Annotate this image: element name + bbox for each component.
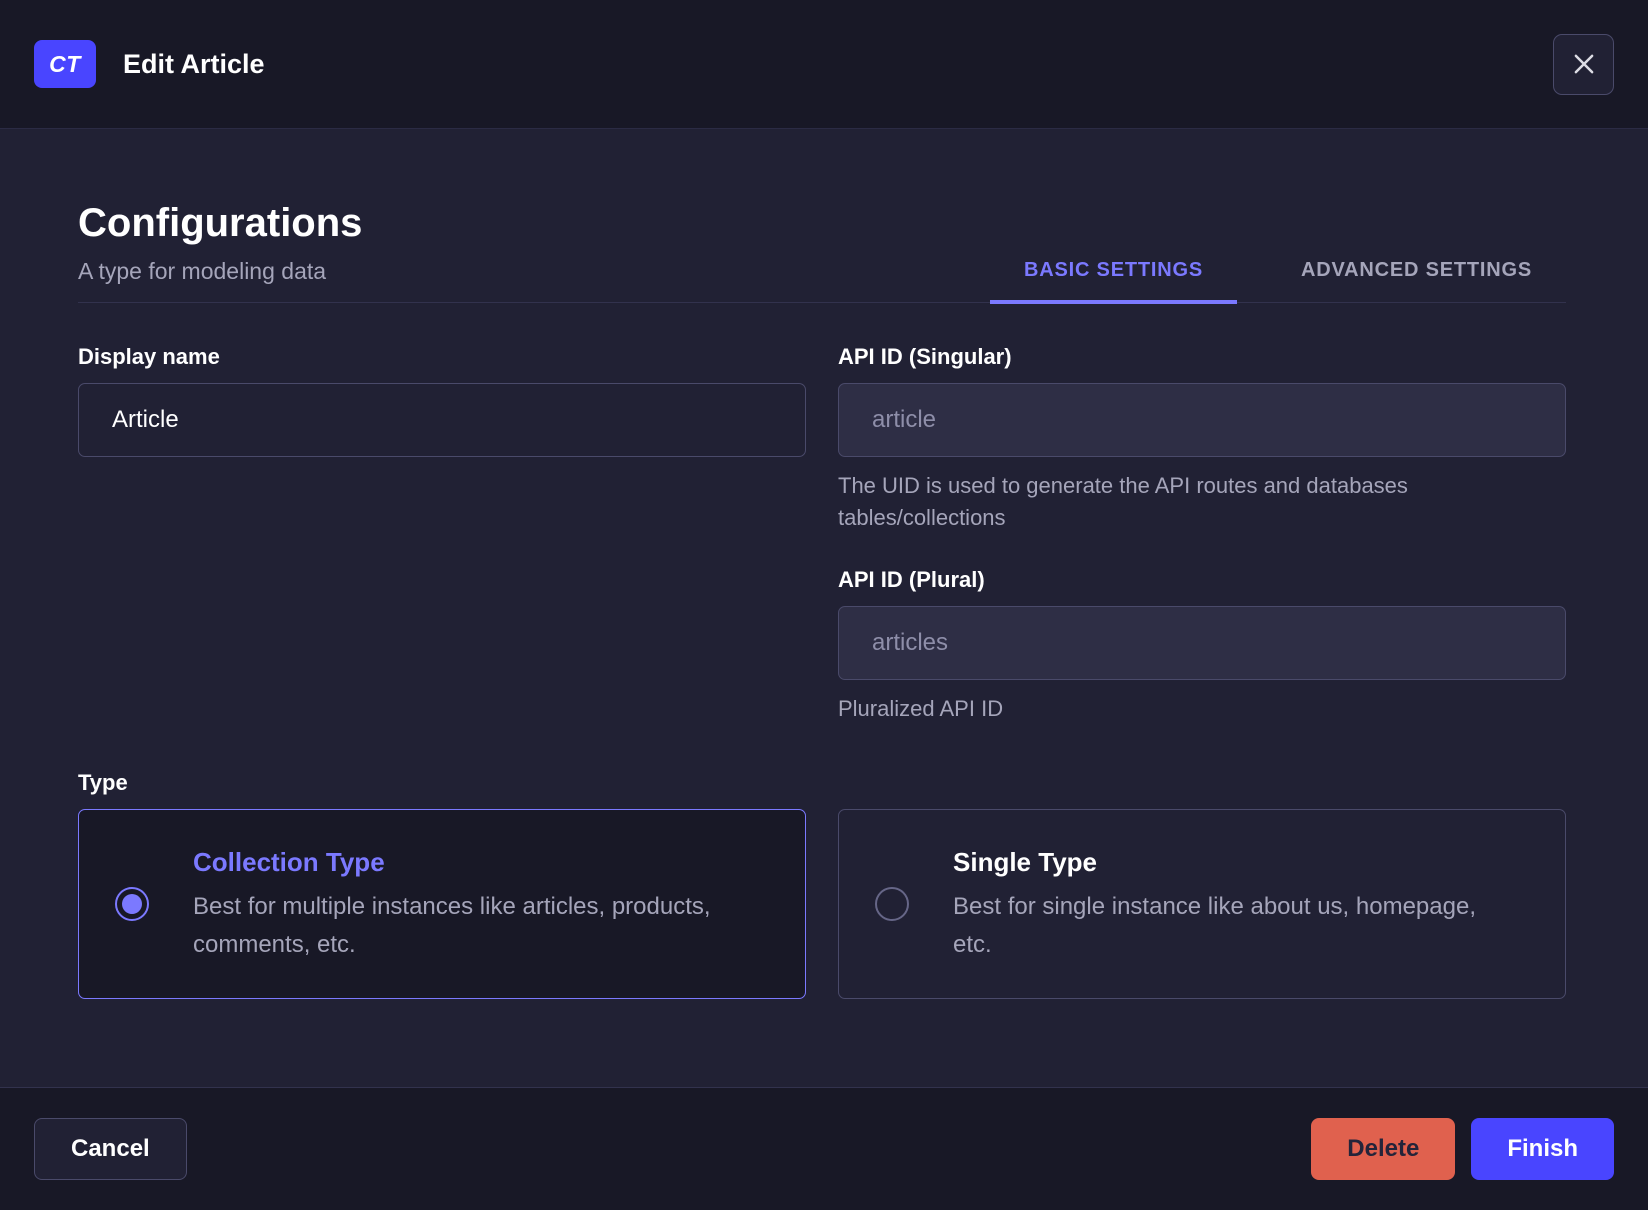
tab-basic-settings[interactable]: BASIC SETTINGS (989, 243, 1237, 304)
content-type-badge-label: CT (49, 50, 81, 77)
configurations-title-block: Configurations A type for modeling data (78, 199, 362, 302)
page-subtitle: A type for modeling data (78, 258, 327, 284)
form-column-right: API ID (Singular) The UID is used to gen… (838, 343, 1566, 725)
collection-type-radio[interactable] (115, 887, 149, 921)
modal-header: CT Edit Article (0, 0, 1648, 129)
api-id-plural-field: API ID (Plural) Pluralized API ID (838, 566, 1566, 725)
tab-advanced-settings[interactable]: ADVANCED SETTINGS (1267, 243, 1566, 304)
display-name-field: Display name (78, 343, 806, 457)
configuration-form: Display name API ID (Singular) The UID i… (78, 343, 1566, 725)
single-type-title: Single Type (953, 846, 1097, 877)
api-id-plural-label: API ID (Plural) (838, 567, 985, 592)
collection-type-text: Collection Type Best for multiple instan… (193, 845, 753, 964)
modal-body: Configurations A type for modeling data … (0, 129, 1648, 1087)
type-section: Type Collection Type Best for multiple i… (78, 769, 1566, 999)
api-id-singular-label: API ID (Singular) (838, 344, 1012, 369)
radio-dot-icon (122, 894, 142, 914)
single-type-radio[interactable] (875, 887, 909, 921)
api-id-singular-field: API ID (Singular) The UID is used to gen… (838, 343, 1566, 534)
api-id-plural-hint: Pluralized API ID (838, 696, 1004, 721)
configurations-header: Configurations A type for modeling data … (78, 129, 1566, 304)
modal-header-left: CT Edit Article (34, 40, 265, 88)
api-id-singular-hint: The UID is used to generate the API rout… (838, 473, 1408, 530)
cancel-button[interactable]: Cancel (34, 1118, 187, 1180)
edit-article-modal: CT Edit Article Configurations A type fo… (0, 0, 1648, 1210)
modal-title: Edit Article (123, 48, 265, 79)
single-type-option[interactable]: Single Type Best for single instance lik… (838, 809, 1566, 999)
single-type-text: Single Type Best for single instance lik… (953, 845, 1513, 964)
collection-type-description: Best for multiple instances like article… (193, 892, 711, 958)
modal-footer: Cancel Delete Finish (0, 1087, 1648, 1210)
close-icon (1569, 49, 1599, 79)
delete-button[interactable]: Delete (1311, 1118, 1456, 1180)
display-name-label: Display name (78, 344, 220, 369)
form-column-left: Display name (78, 343, 806, 725)
radio-dot-icon (882, 894, 902, 914)
type-label: Type (78, 770, 128, 795)
content-type-badge: CT (34, 40, 96, 88)
close-button[interactable] (1553, 33, 1614, 95)
page-title: Configurations (78, 201, 363, 245)
api-id-plural-input (838, 606, 1566, 680)
api-id-singular-input (838, 383, 1566, 457)
footer-actions: Delete Finish (1311, 1118, 1614, 1180)
finish-button[interactable]: Finish (1471, 1118, 1614, 1180)
collection-type-title: Collection Type (193, 846, 385, 877)
collection-type-option[interactable]: Collection Type Best for multiple instan… (78, 809, 806, 999)
single-type-description: Best for single instance like about us, … (953, 892, 1476, 958)
type-options: Collection Type Best for multiple instan… (78, 809, 1566, 999)
settings-tabs: BASIC SETTINGS ADVANCED SETTINGS (989, 243, 1566, 304)
display-name-input[interactable] (78, 383, 806, 457)
